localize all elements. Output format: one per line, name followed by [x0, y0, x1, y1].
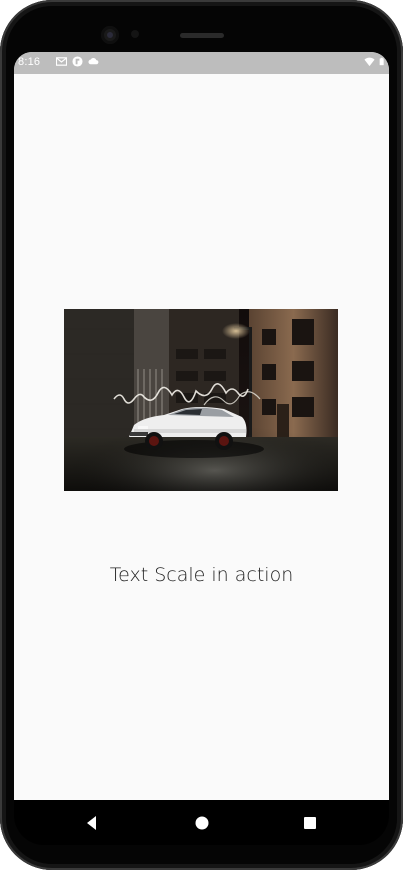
- status-time: 8:16: [18, 56, 41, 68]
- battery-icon: [379, 57, 384, 66]
- phone-frame: 8:16 Text Scale in action: [0, 0, 403, 870]
- status-bar: 8:16: [14, 52, 389, 74]
- front-camera: [101, 26, 119, 44]
- back-icon[interactable]: [82, 813, 102, 833]
- caption-text: Text Scale in action: [109, 564, 294, 586]
- proximity-sensor: [131, 30, 139, 38]
- app-screen: 8:16 Text Scale in action: [14, 52, 389, 800]
- car-photo: [64, 309, 338, 491]
- home-icon[interactable]: [192, 813, 212, 833]
- wifi-icon: [364, 57, 375, 67]
- system-icons: [364, 56, 387, 67]
- cloud-icon: [88, 57, 99, 65]
- navigation-bar: [14, 800, 389, 845]
- flipboard-icon: [72, 56, 83, 67]
- car-photo-illustration: [64, 309, 338, 491]
- notification-icons: [56, 56, 99, 67]
- recents-icon[interactable]: [300, 813, 320, 833]
- gmail-icon: [56, 57, 67, 66]
- earpiece-speaker: [180, 33, 224, 38]
